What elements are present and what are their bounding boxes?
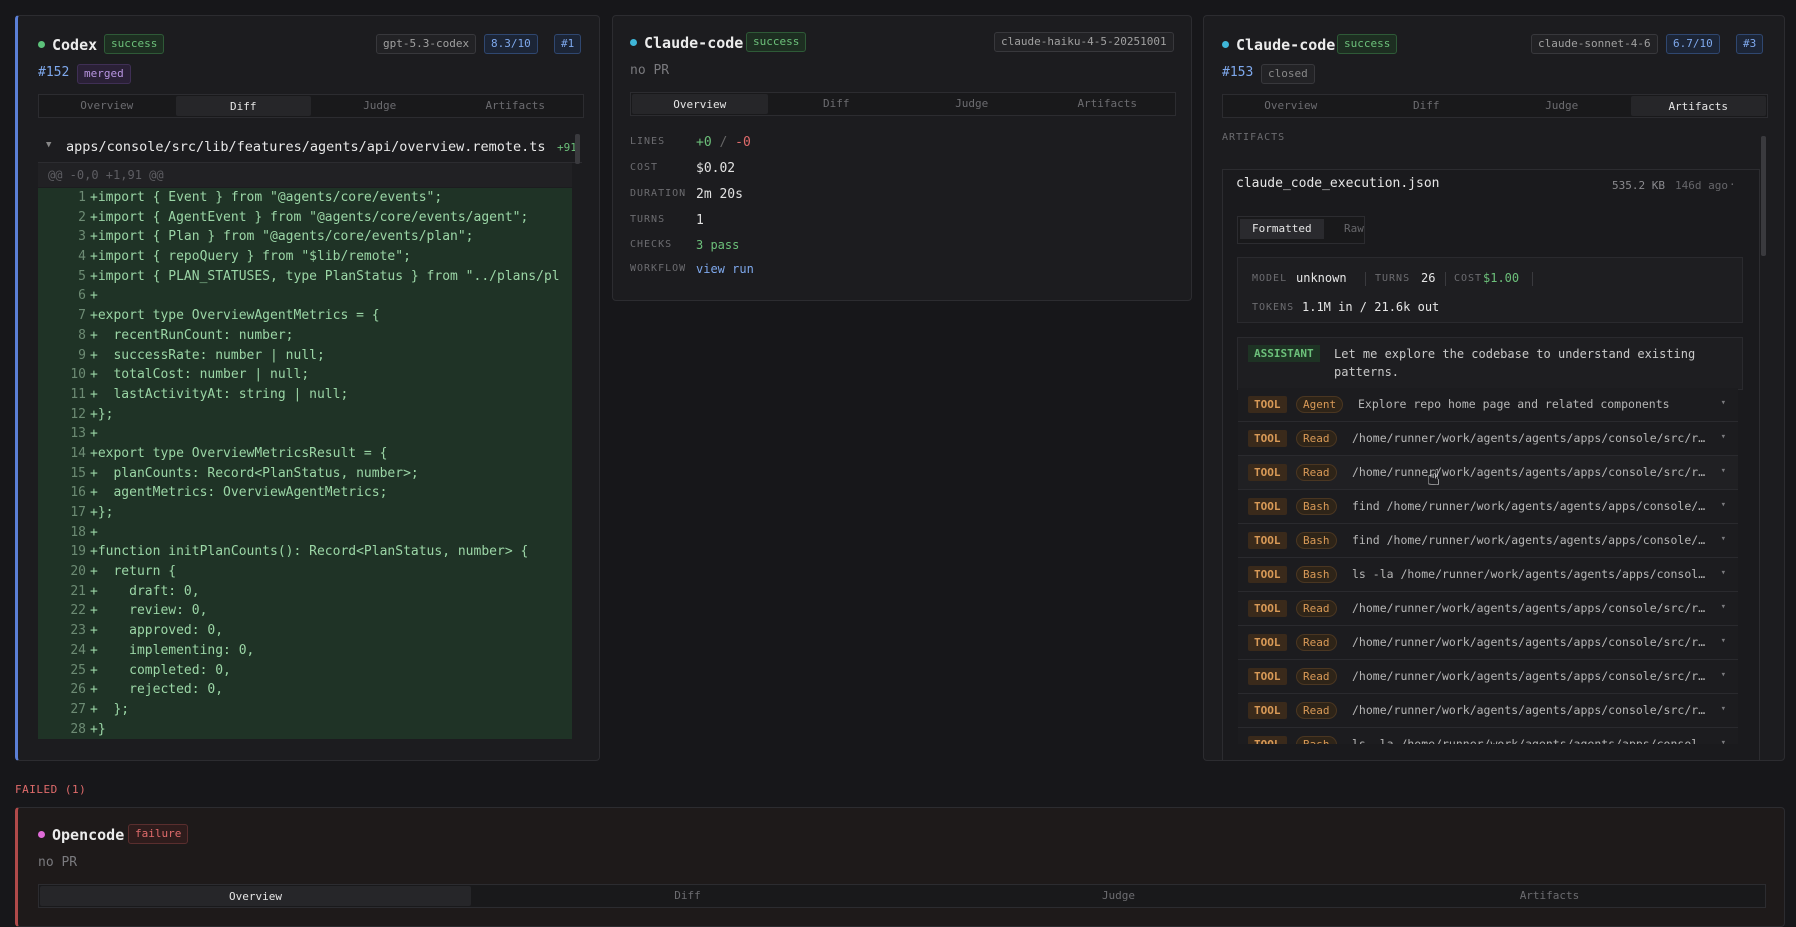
- tool-name-badge: Bash: [1296, 498, 1337, 515]
- opencode-card: Opencode failure no PR Overview Diff Jud…: [15, 807, 1785, 927]
- tool-name-badge: Read: [1296, 634, 1337, 651]
- tool-call-text: find /home/runner/work/agents/agents/app…: [1352, 499, 1708, 513]
- tool-call-list: TOOL Agent Explore repo home page and rela…: [0, 0, 1796, 744]
- tool-name-badge: Bash: [1296, 532, 1337, 549]
- tool-call-row[interactable]: TOOL Bash find /home/runner/work/agents/ag…: [1238, 524, 1738, 558]
- tool-tag: TOOL: [1248, 566, 1287, 583]
- tool-tag: TOOL: [1248, 464, 1287, 481]
- tool-call-text: ls -la /home/runner/work/agents/agents/a…: [1352, 737, 1708, 744]
- expand-chevron-icon[interactable]: ▾: [1721, 534, 1726, 544]
- expand-chevron-icon[interactable]: ▾: [1721, 432, 1726, 442]
- tool-tag: TOOL: [1248, 702, 1287, 719]
- tool-call-row[interactable]: TOOL Bash ls -la /home/runner/work/agents/…: [1238, 728, 1738, 744]
- pr-none: no PR: [38, 855, 78, 870]
- tool-call-row[interactable]: TOOL Read/home/runner/work/agents/agents/…: [1238, 660, 1738, 694]
- expand-chevron-icon[interactable]: ▾: [1721, 500, 1726, 510]
- tool-name-badge: Read: [1296, 600, 1337, 617]
- tool-call-row[interactable]: TOOL Agent Explore repo home page and rela…: [1238, 388, 1738, 422]
- tool-call-text: Explore repo home page and related compo…: [1358, 397, 1670, 411]
- tool-call-row[interactable]: TOOL Bash find /home/runner/work/agents/ag…: [1238, 490, 1738, 524]
- status-badge: failure: [128, 824, 189, 844]
- agent-name: Opencode: [52, 826, 125, 844]
- tool-call-text: ls -la /home/runner/work/agents/agents/a…: [1352, 567, 1708, 581]
- expand-chevron-icon[interactable]: ▾: [1721, 466, 1726, 476]
- tool-call-text: /home/runner/work/agents/agents/apps/con…: [1352, 635, 1708, 649]
- tool-name-badge: Read: [1296, 702, 1337, 719]
- tool-call-text: /home/runner/work/agents/agents/apps/con…: [1352, 703, 1708, 717]
- tab-artifacts[interactable]: Artifacts: [1334, 885, 1765, 907]
- tool-call-text: /home/runner/work/agents/agents/apps/con…: [1352, 431, 1708, 445]
- tool-call-row[interactable]: TOOL Read/home/runner/work/agents/agents/…: [1238, 456, 1738, 490]
- failed-section-label: FAILED (1): [15, 783, 87, 796]
- expand-chevron-icon[interactable]: ▾: [1721, 398, 1726, 408]
- tool-call-text: /home/runner/work/agents/agents/apps/con…: [1352, 669, 1708, 683]
- tab-judge[interactable]: Judge: [903, 885, 1334, 907]
- tool-tag: TOOL: [1248, 396, 1287, 413]
- tool-tag: TOOL: [1248, 532, 1287, 549]
- expand-chevron-icon[interactable]: ▾: [1721, 602, 1726, 612]
- expand-chevron-icon[interactable]: ▾: [1721, 670, 1726, 680]
- expand-chevron-icon[interactable]: ▾: [1721, 568, 1726, 578]
- tab-diff[interactable]: Diff: [472, 885, 903, 907]
- card-tabs: Overview Diff Judge Artifacts: [38, 884, 1766, 908]
- hand-cursor-icon: ☝: [1427, 466, 1441, 491]
- status-dot: [38, 831, 45, 838]
- tool-tag: TOOL: [1248, 634, 1287, 651]
- tool-call-row[interactable]: TOOL Read/home/runner/work/agents/agents/…: [1238, 694, 1738, 728]
- tool-tag: TOOL: [1248, 430, 1287, 447]
- tool-call-text: find /home/runner/work/agents/agents/app…: [1352, 533, 1708, 547]
- tab-overview[interactable]: Overview: [40, 886, 471, 906]
- expand-chevron-icon[interactable]: ▾: [1721, 636, 1726, 646]
- tool-name-badge: Read: [1296, 430, 1337, 447]
- tool-name-badge: Bash: [1296, 736, 1337, 744]
- tool-tag: TOOL: [1248, 736, 1287, 744]
- tool-name-badge: Read: [1296, 668, 1337, 685]
- tool-call-row[interactable]: TOOL Bash ls -la /home/runner/work/agents/…: [1238, 558, 1738, 592]
- tool-name-badge: Bash: [1296, 566, 1337, 583]
- tool-tag: TOOL: [1248, 498, 1287, 515]
- tool-tag: TOOL: [1248, 600, 1287, 617]
- tool-name-badge: Agent: [1296, 396, 1344, 413]
- expand-chevron-icon[interactable]: ▾: [1721, 738, 1726, 744]
- expand-chevron-icon[interactable]: ▾: [1721, 704, 1726, 714]
- tool-call-text: /home/runner/work/agents/agents/apps/con…: [1352, 465, 1708, 479]
- tool-tag: TOOL: [1248, 668, 1287, 685]
- tool-call-row[interactable]: TOOL Read/home/runner/work/agents/agents/…: [1238, 626, 1738, 660]
- tool-call-row[interactable]: TOOL Read/home/runner/work/agents/agents/…: [1238, 592, 1738, 626]
- tool-call-text: /home/runner/work/agents/agents/apps/con…: [1352, 601, 1708, 615]
- tool-call-row[interactable]: TOOL Read/home/runner/work/agents/agents/…: [1238, 422, 1738, 456]
- tool-name-badge: Read: [1296, 464, 1337, 481]
